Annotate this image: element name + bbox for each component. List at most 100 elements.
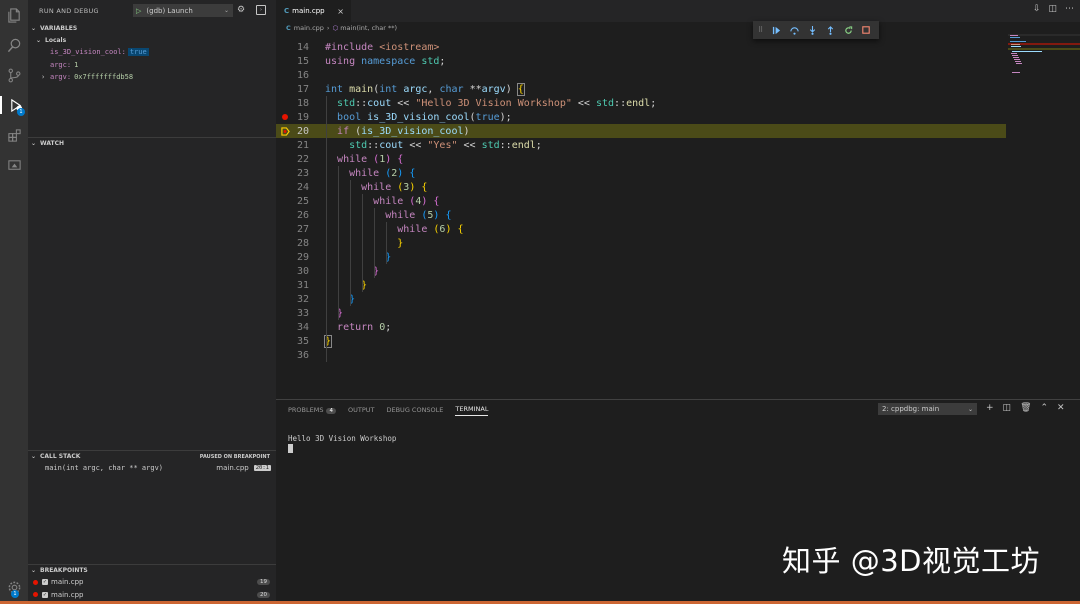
indent-guide bbox=[386, 222, 387, 264]
tab-problems[interactable]: PROBLEMS 4 bbox=[288, 406, 336, 414]
breakpoint-row[interactable]: ✓ main.cpp 19 bbox=[28, 576, 276, 589]
restart-icon[interactable] bbox=[843, 25, 853, 35]
source-control-icon[interactable] bbox=[5, 66, 23, 84]
cpp-file-icon: C bbox=[286, 24, 291, 32]
open-changes-icon[interactable]: ⇩ bbox=[1033, 4, 1041, 14]
step-out-icon[interactable] bbox=[825, 25, 835, 35]
breakpoint-row[interactable]: ✓ main.cpp 20 bbox=[28, 589, 276, 602]
chevron-right-icon[interactable]: › bbox=[41, 73, 50, 81]
line-number: 24 bbox=[296, 181, 309, 193]
explorer-icon[interactable] bbox=[5, 6, 23, 24]
breadcrumb-symbol[interactable]: main(int, char **) bbox=[340, 24, 397, 32]
terminal-output[interactable]: Hello 3D Vision Workshop bbox=[288, 434, 396, 443]
breakpoint-dot-icon[interactable] bbox=[282, 114, 288, 120]
settings-gear-icon[interactable]: 1 bbox=[5, 578, 23, 598]
line-number: 28 bbox=[296, 237, 309, 249]
variable-row[interactable]: › argv: 0x7fffffffdb58 bbox=[28, 71, 276, 84]
code-line: 17 int main(int argc, char **argv) { bbox=[276, 82, 1006, 96]
code-line: 22 while (1) { bbox=[276, 152, 1006, 166]
line-number: 16 bbox=[296, 69, 309, 81]
split-editor-icon[interactable]: ◫ bbox=[1048, 4, 1057, 14]
variable-row[interactable]: argc: 1 bbox=[28, 59, 276, 72]
current-execution-arrow-icon[interactable] bbox=[281, 127, 290, 136]
problems-count-badge: 4 bbox=[326, 408, 336, 414]
line-number: 27 bbox=[296, 223, 309, 235]
run-debug-icon[interactable]: 1 bbox=[0, 96, 28, 116]
close-icon[interactable]: × bbox=[337, 7, 344, 16]
breadcrumb-file[interactable]: main.cpp bbox=[294, 24, 324, 32]
step-over-icon[interactable] bbox=[789, 25, 799, 35]
code-line: 30 } bbox=[276, 264, 1006, 278]
line-number: 29 bbox=[296, 251, 309, 263]
tab-main-cpp[interactable]: C main.cpp × bbox=[276, 0, 351, 22]
indent-guide bbox=[350, 180, 351, 306]
tab-debug-console[interactable]: DEBUG CONSOLE bbox=[386, 406, 443, 414]
locals-scope[interactable]: ⌄ Locals bbox=[28, 34, 276, 46]
variable-row[interactable]: is_3D_vision_cool: true bbox=[28, 46, 276, 59]
line-number: 23 bbox=[296, 167, 309, 179]
more-actions-icon[interactable]: ⋯ bbox=[1065, 4, 1074, 14]
code-editor[interactable]: 14 #include <iostream> 15 using namespace … bbox=[276, 34, 1006, 394]
remote-explorer-icon[interactable] bbox=[5, 156, 23, 174]
terminal-cursor bbox=[288, 444, 293, 453]
search-icon[interactable] bbox=[5, 36, 23, 54]
debug-toolbar: ⠿ bbox=[753, 21, 879, 39]
code-line: 31 } bbox=[276, 278, 1006, 292]
editor-actions: ⇩ ◫ ⋯ bbox=[1033, 4, 1074, 14]
close-panel-icon[interactable]: ✕ bbox=[1057, 403, 1065, 413]
breakpoint-dot-icon bbox=[33, 592, 38, 598]
chevron-down-icon: ⌄ bbox=[31, 453, 37, 460]
watermark: 知乎 @3D视觉工坊 bbox=[782, 544, 1040, 578]
terminal-select[interactable]: 2: cppdbg: main ⌄ bbox=[878, 403, 977, 415]
line-number: 36 bbox=[296, 349, 309, 361]
step-into-icon[interactable] bbox=[807, 25, 817, 35]
locals-label: Locals bbox=[45, 36, 67, 44]
activity-bar: 1 1 bbox=[0, 0, 28, 604]
debug-badge: 1 bbox=[17, 108, 25, 116]
minimap[interactable] bbox=[1006, 34, 1080, 394]
new-terminal-plus-icon[interactable]: + bbox=[986, 403, 994, 413]
current-execution-line: 20 if (is_3D_vision_cool) bbox=[276, 124, 1006, 138]
breakpoints-section-header[interactable]: ⌄ BREAKPOINTS bbox=[28, 564, 276, 576]
stack-frame-row[interactable]: main(int argc, char ** argv) main.cpp 20… bbox=[28, 462, 276, 474]
tab-terminal[interactable]: TERMINAL bbox=[455, 405, 489, 416]
watch-section-header[interactable]: ⌄ WATCH bbox=[28, 137, 276, 149]
settings-badge: 1 bbox=[11, 590, 19, 598]
line-number: 18 bbox=[296, 97, 309, 109]
stack-frame-line: 20:1 bbox=[253, 465, 271, 471]
call-stack-section-header[interactable]: ⌄ CALL STACK PAUSED ON BREAKPOINT bbox=[28, 450, 276, 462]
code-line: 15 using namespace std; bbox=[276, 54, 1006, 68]
line-number: 32 bbox=[296, 293, 309, 305]
indent-guide bbox=[362, 194, 363, 292]
code-line: 26 while (5) { bbox=[276, 208, 1006, 222]
extensions-icon[interactable] bbox=[5, 126, 23, 144]
breakpoint-checkbox[interactable]: ✓ bbox=[42, 579, 48, 586]
debug-console-icon[interactable]: › bbox=[256, 5, 266, 15]
split-terminal-icon[interactable]: ◫ bbox=[1003, 403, 1012, 413]
code-line: 18 std::cout << "Hello 3D Vision Worksho… bbox=[276, 96, 1006, 110]
start-debugging-icon[interactable]: ▷ bbox=[136, 7, 141, 15]
variables-section-header[interactable]: ⌄ VARIABLES bbox=[28, 22, 276, 34]
code-line: 36 bbox=[276, 348, 1006, 362]
line-number: 25 bbox=[296, 195, 309, 207]
breakpoint-file: main.cpp bbox=[51, 590, 84, 599]
kill-terminal-trash-icon[interactable]: 🗑 bbox=[1020, 403, 1031, 413]
chevron-down-icon: ⌄ bbox=[967, 405, 973, 413]
tab-output[interactable]: OUTPUT bbox=[348, 406, 375, 414]
terminal-select-label: 2: cppdbg: main bbox=[882, 405, 940, 413]
drag-handle-icon[interactable]: ⠿ bbox=[758, 26, 763, 34]
breakpoint-checkbox[interactable]: ✓ bbox=[42, 591, 48, 598]
code-line: 35} bbox=[276, 334, 1006, 348]
breakpoint-file: main.cpp bbox=[51, 578, 84, 587]
chevron-right-icon: › bbox=[326, 24, 330, 32]
panel-tabs: PROBLEMS 4 OUTPUT DEBUG CONSOLE TERMINAL bbox=[288, 404, 489, 416]
stop-icon[interactable] bbox=[861, 25, 871, 35]
launch-config-label: (gdb) Launch bbox=[146, 6, 193, 15]
open-launch-json-gear-icon[interactable]: ⚙ bbox=[237, 5, 248, 16]
maximize-panel-chevron-up-icon[interactable]: ⌃ bbox=[1041, 403, 1049, 413]
continue-icon[interactable] bbox=[771, 25, 781, 35]
variable-value: 1 bbox=[74, 60, 79, 69]
code-line: 34 return 0; bbox=[276, 320, 1006, 334]
launch-config-select[interactable]: ▷ (gdb) Launch ⌄ bbox=[133, 4, 233, 17]
line-number: 31 bbox=[296, 279, 309, 291]
